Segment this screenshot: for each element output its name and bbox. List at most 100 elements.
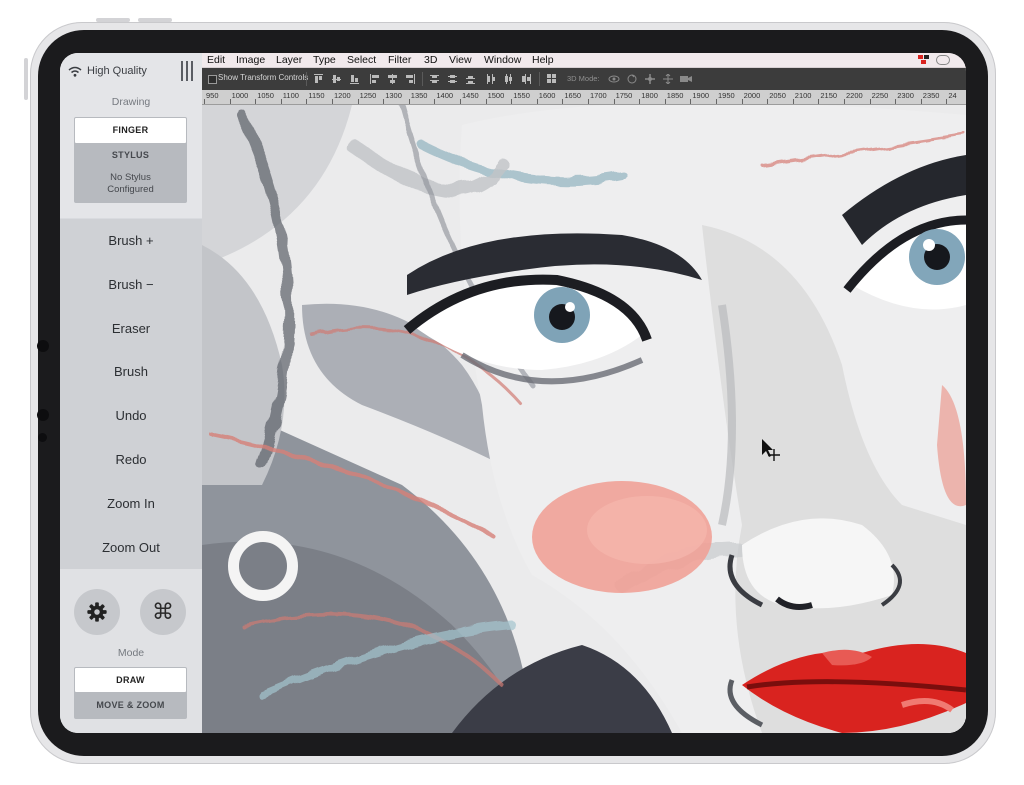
- ruler-tick-label: 1600: [538, 91, 556, 100]
- top-button-2: [138, 18, 172, 22]
- action-buttons-panel: [60, 219, 202, 569]
- ruler-tick-mark: [434, 99, 436, 104]
- ruler-tick-label: 1200: [334, 91, 351, 100]
- ruler-tick-label: 1450: [462, 91, 479, 100]
- toolbar-separator: [306, 72, 307, 86]
- align-top-icon[interactable]: [314, 74, 323, 84]
- ruler-tick-mark: [946, 99, 948, 104]
- ruler-tick-mark: [383, 99, 385, 104]
- ruler-tick-label: 1950: [718, 91, 735, 100]
- ruler-tick-label: 1000: [231, 91, 249, 100]
- ruler-tick-label: 1050: [257, 91, 274, 100]
- interaction-mode-selector: DRAW MOVE & ZOOM: [74, 667, 187, 719]
- distribute-right-icon[interactable]: [522, 74, 531, 84]
- align-right-icon[interactable]: [406, 74, 415, 84]
- brush-cursor-ring[interactable]: [228, 531, 298, 601]
- auto-align-icon[interactable]: [547, 74, 556, 84]
- stylus-status: No Stylus Configured: [107, 172, 154, 195]
- menu-select[interactable]: Select: [347, 54, 376, 66]
- 3d-roll-icon[interactable]: [626, 74, 638, 84]
- toolbar-separator: [422, 72, 423, 86]
- ruler-tick-mark: [332, 99, 333, 104]
- zoom-out-button[interactable]: Zoom Out: [60, 540, 202, 555]
- ruler-tick-mark: [639, 99, 641, 104]
- ruler-tick-label: 1800: [641, 91, 658, 100]
- mode-section-label: Mode: [117, 647, 145, 659]
- distribute-left-icon[interactable]: [486, 74, 495, 84]
- stylus-mode-button[interactable]: STYLUS: [74, 144, 187, 166]
- menu-edit[interactable]: Edit: [207, 54, 225, 66]
- ruler-tick-label: 2050: [769, 91, 786, 100]
- menu-view[interactable]: View: [449, 54, 472, 66]
- brush-button[interactable]: Brush: [60, 364, 202, 379]
- wifi-icon: [68, 66, 82, 77]
- ruler-tick-label: 24: [948, 91, 957, 100]
- menu-type[interactable]: Type: [313, 54, 336, 66]
- ruler-tick-mark: [690, 99, 692, 104]
- ruler-tick-mark: [716, 99, 717, 104]
- ruler-tick-mark: [204, 99, 205, 104]
- draw-mode-button[interactable]: DRAW: [75, 668, 186, 692]
- app-menubar: Edit Image Layer Type Select Filter 3D V…: [202, 53, 966, 68]
- menu-layer[interactable]: Layer: [276, 54, 302, 66]
- control-sidebar: High Quality Drawing FINGER STYLUS No St…: [60, 53, 202, 733]
- quality-label: High Quality: [87, 65, 147, 77]
- command-key-icon: ⌘: [152, 599, 174, 625]
- 3d-slide-icon[interactable]: [662, 74, 674, 84]
- ruler-tick-mark: [562, 99, 564, 104]
- ruler-tick-mark: [767, 99, 769, 104]
- ruler-tick-label: 1900: [692, 91, 710, 100]
- menu-window[interactable]: Window: [484, 54, 521, 66]
- top-button: [96, 18, 130, 22]
- ruler-tick-mark: [306, 99, 308, 104]
- ruler-tick-mark: [844, 99, 845, 104]
- menu-filter[interactable]: Filter: [388, 54, 411, 66]
- 3d-camera-icon[interactable]: [680, 74, 692, 84]
- ruler-tick-label: 1150: [308, 91, 325, 100]
- distribute-hcenter-icon[interactable]: [504, 74, 513, 84]
- ruler-tick-label: 2150: [820, 91, 838, 100]
- drawing-canvas[interactable]: [202, 105, 966, 733]
- brush-increase-button[interactable]: Brush +: [60, 233, 202, 248]
- toolbar-separator: [539, 72, 540, 86]
- distribute-vcenter-icon[interactable]: [448, 74, 457, 84]
- ruler-tick-label: 2100: [794, 91, 812, 100]
- distribute-bottom-icon[interactable]: [466, 74, 475, 84]
- 3d-orbit-icon[interactable]: [608, 74, 620, 84]
- horizontal-ruler[interactable]: 950 1000 1050 1100 1150 1200 1250 1300 1350 1400 1…: [202, 90, 966, 105]
- 3d-pan-icon[interactable]: [644, 74, 656, 84]
- undo-button[interactable]: Undo: [60, 408, 202, 423]
- sidebar-grip-handle[interactable]: [181, 61, 193, 81]
- settings-button[interactable]: [74, 589, 120, 635]
- eraser-button[interactable]: Eraser: [60, 321, 202, 336]
- zoom-in-button[interactable]: Zoom In: [60, 496, 202, 511]
- align-vcenter-icon[interactable]: [332, 74, 341, 84]
- align-left-icon[interactable]: [370, 74, 379, 84]
- ruler-tick-mark: [920, 99, 922, 104]
- distribute-top-icon[interactable]: [430, 74, 439, 84]
- ruler-tick-mark: [895, 99, 897, 104]
- shortcuts-button[interactable]: ⌘: [140, 589, 186, 635]
- ruler-tick-mark: [255, 99, 257, 104]
- menu-image[interactable]: Image: [236, 54, 265, 66]
- sensor-dot-2: [38, 433, 47, 442]
- align-bottom-icon[interactable]: [350, 74, 359, 84]
- ruler-tick-mark: [613, 99, 615, 104]
- redo-button[interactable]: Redo: [60, 452, 202, 467]
- brush-decrease-button[interactable]: Brush −: [60, 277, 202, 292]
- ruler-tick-label: 1650: [564, 91, 582, 100]
- ruler-tick-label: 2300: [897, 91, 914, 100]
- move-zoom-mode-button[interactable]: MOVE & ZOOM: [74, 693, 187, 717]
- transform-controls-checkbox[interactable]: [208, 75, 217, 84]
- align-hcenter-icon[interactable]: [388, 74, 397, 84]
- ruler-tick-label: 2000: [743, 91, 761, 100]
- drawing-mode-selector: FINGER STYLUS No Stylus Configured: [74, 117, 187, 203]
- ruler-tick-label: 1300: [385, 91, 402, 100]
- quality-indicator[interactable]: High Quality: [68, 65, 147, 77]
- menu-help[interactable]: Help: [532, 54, 554, 66]
- finger-mode-button[interactable]: FINGER: [75, 118, 186, 143]
- ruler-tick-label: 2350: [922, 91, 940, 100]
- menu-3d[interactable]: 3D: [424, 54, 437, 66]
- creative-cloud-icon[interactable]: [936, 55, 950, 65]
- sensor-dot: [37, 409, 49, 421]
